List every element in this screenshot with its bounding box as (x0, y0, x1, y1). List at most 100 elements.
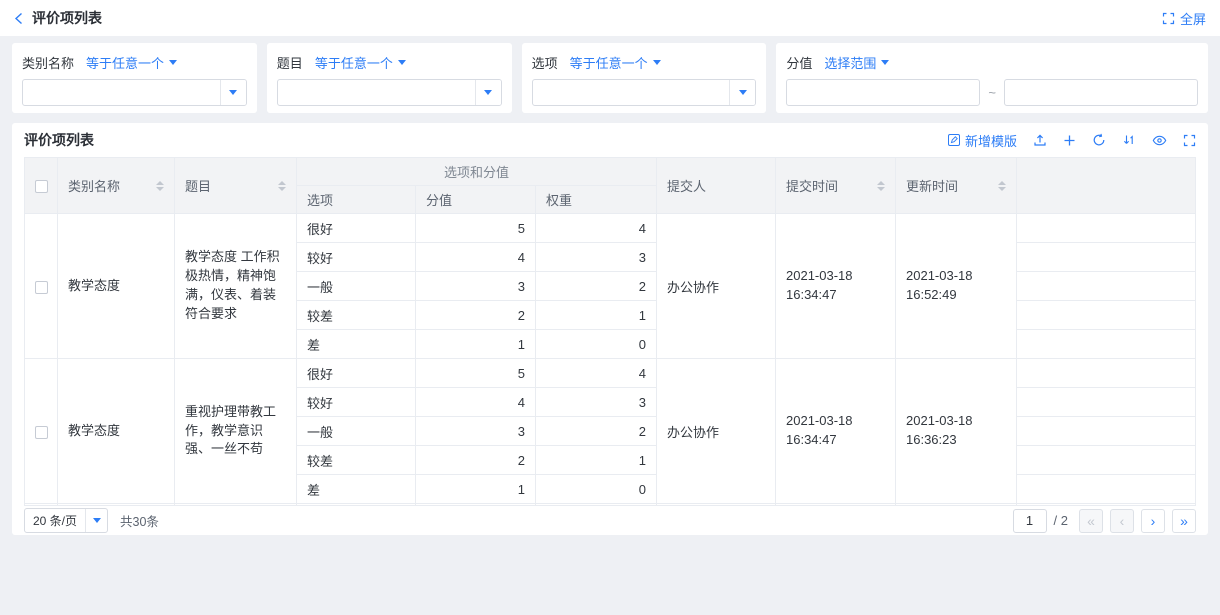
filter-bar: 类别名称 等于任意一个 题目 等于任意一个 选项 等于任意一个 (0, 36, 1220, 113)
filter-category-operator[interactable]: 等于任意一个 (86, 53, 177, 72)
option-cell: 差 (297, 330, 416, 359)
extra-cell (1017, 388, 1196, 417)
export-icon[interactable] (1033, 133, 1047, 147)
column-header-submitter: 提交人 (657, 158, 776, 214)
next-page-button[interactable]: › (1141, 509, 1165, 533)
new-template-button[interactable]: 新增模版 (947, 131, 1017, 150)
sort-icon[interactable] (877, 181, 885, 191)
filter-category-label: 类别名称 (22, 53, 74, 72)
column-header-extra (1017, 158, 1196, 214)
extra-cell (1017, 301, 1196, 330)
filter-option: 选项 等于任意一个 (522, 43, 767, 113)
submit-time-cell: 2021-03-18 16:34:47 (776, 359, 896, 504)
sort-icon[interactable] (156, 181, 164, 191)
prev-page-button[interactable]: ‹ (1110, 509, 1134, 533)
score-cell: 3 (416, 272, 536, 301)
table-fullscreen-icon[interactable] (1183, 134, 1196, 147)
refresh-icon[interactable] (1092, 133, 1106, 147)
weight-cell: 0 (536, 475, 657, 504)
fullscreen-button[interactable]: 全屏 (1162, 9, 1206, 28)
filter-category-select[interactable] (22, 79, 247, 106)
chevron-down-icon (85, 509, 107, 532)
add-icon[interactable] (1063, 134, 1076, 147)
filter-option-select[interactable] (532, 79, 757, 106)
column-header-submit-time[interactable]: 提交时间 (776, 158, 896, 214)
pagination-bar: 20 条/页 共30条 / 2 « ‹ › » (24, 505, 1196, 535)
extra-cell (1017, 359, 1196, 388)
evaluation-table: 类别名称 题目 选项和分值 提交人 提交时间 更新时间 (24, 157, 1196, 505)
column-header-category[interactable]: 类别名称 (58, 158, 175, 214)
score-cell: 2 (416, 446, 536, 475)
edit-template-icon (947, 133, 961, 147)
table-scroll-area[interactable]: 类别名称 题目 选项和分值 提交人 提交时间 更新时间 (24, 157, 1196, 505)
chevron-down-icon (169, 60, 177, 65)
chevron-down-icon (220, 80, 246, 105)
first-page-button[interactable]: « (1079, 509, 1103, 533)
sort-icon[interactable] (278, 181, 286, 191)
filter-question-operator[interactable]: 等于任意一个 (315, 53, 406, 72)
extra-cell (1017, 446, 1196, 475)
column-header-weight: 权重 (536, 186, 657, 214)
row-checkbox[interactable] (35, 426, 48, 439)
page-title: 评价项列表 (32, 8, 102, 28)
table-row: 教学态度重视护理带教工作，教学意识强、一丝不苟很好54办公协作2021-03-1… (25, 359, 1196, 388)
last-page-button[interactable]: » (1172, 509, 1196, 533)
page-total: / 2 (1054, 513, 1068, 528)
topbar: 评价项列表 全屏 (0, 0, 1220, 36)
column-header-score: 分值 (416, 186, 536, 214)
score-cell: 4 (416, 243, 536, 272)
filter-score-operator[interactable]: 选择范围 (824, 53, 889, 72)
weight-cell: 2 (536, 272, 657, 301)
table-toolbar: 新增模版 (947, 131, 1196, 150)
submitter-cell: 办公协作 (657, 359, 776, 504)
weight-cell: 3 (536, 388, 657, 417)
column-header-question[interactable]: 题目 (175, 158, 297, 214)
score-cell: 2 (416, 301, 536, 330)
sort-order-icon[interactable] (1122, 133, 1136, 147)
score-max-input[interactable] (1004, 79, 1198, 106)
score-min-input[interactable] (786, 79, 980, 106)
score-cell: 1 (416, 330, 536, 359)
range-separator: ~ (988, 85, 996, 100)
option-cell: 差 (297, 475, 416, 504)
option-cell: 较好 (297, 388, 416, 417)
chevron-down-icon (398, 60, 406, 65)
option-cell: 很好 (297, 359, 416, 388)
fullscreen-icon (1162, 12, 1175, 25)
page-number-input[interactable] (1013, 509, 1047, 533)
sort-icon[interactable] (998, 181, 1006, 191)
select-all-checkbox[interactable] (35, 180, 48, 193)
category-cell: 教学态度 (58, 214, 175, 359)
filter-score: 分值 选择范围 ~ (776, 43, 1208, 113)
filter-question-select[interactable] (277, 79, 502, 106)
update-time-cell: 2021-03-18 16:36:23 (896, 359, 1017, 504)
score-cell: 4 (416, 388, 536, 417)
filter-question-label: 题目 (277, 53, 303, 72)
column-header-options-group: 选项和分值 (297, 158, 657, 186)
visibility-icon[interactable] (1152, 133, 1167, 148)
chevron-down-icon (653, 60, 661, 65)
submitter-cell: 办公协作 (657, 214, 776, 359)
weight-cell: 1 (536, 301, 657, 330)
update-time-cell: 2021-03-18 16:52:49 (896, 214, 1017, 359)
row-checkbox[interactable] (35, 281, 48, 294)
filter-category: 类别名称 等于任意一个 (12, 43, 257, 113)
page-size-select[interactable]: 20 条/页 (24, 508, 108, 533)
option-cell: 一般 (297, 272, 416, 301)
column-header-update-time[interactable]: 更新时间 (896, 158, 1017, 214)
back-icon[interactable] (14, 12, 23, 25)
score-cell: 3 (416, 417, 536, 446)
chevron-down-icon (475, 80, 501, 105)
score-cell: 5 (416, 359, 536, 388)
select-all-header (25, 158, 58, 214)
weight-cell: 2 (536, 417, 657, 446)
filter-option-label: 选项 (532, 53, 558, 72)
total-count: 共30条 (120, 511, 159, 530)
filter-question: 题目 等于任意一个 (267, 43, 512, 113)
extra-cell (1017, 243, 1196, 272)
weight-cell: 1 (536, 446, 657, 475)
option-cell: 较差 (297, 446, 416, 475)
filter-option-operator[interactable]: 等于任意一个 (570, 53, 661, 72)
table-body: 教学态度教学态度 工作积极热情，精神饱满，仪表、着装符合要求很好54办公协作20… (25, 214, 1196, 506)
table-title: 评价项列表 (24, 130, 94, 150)
